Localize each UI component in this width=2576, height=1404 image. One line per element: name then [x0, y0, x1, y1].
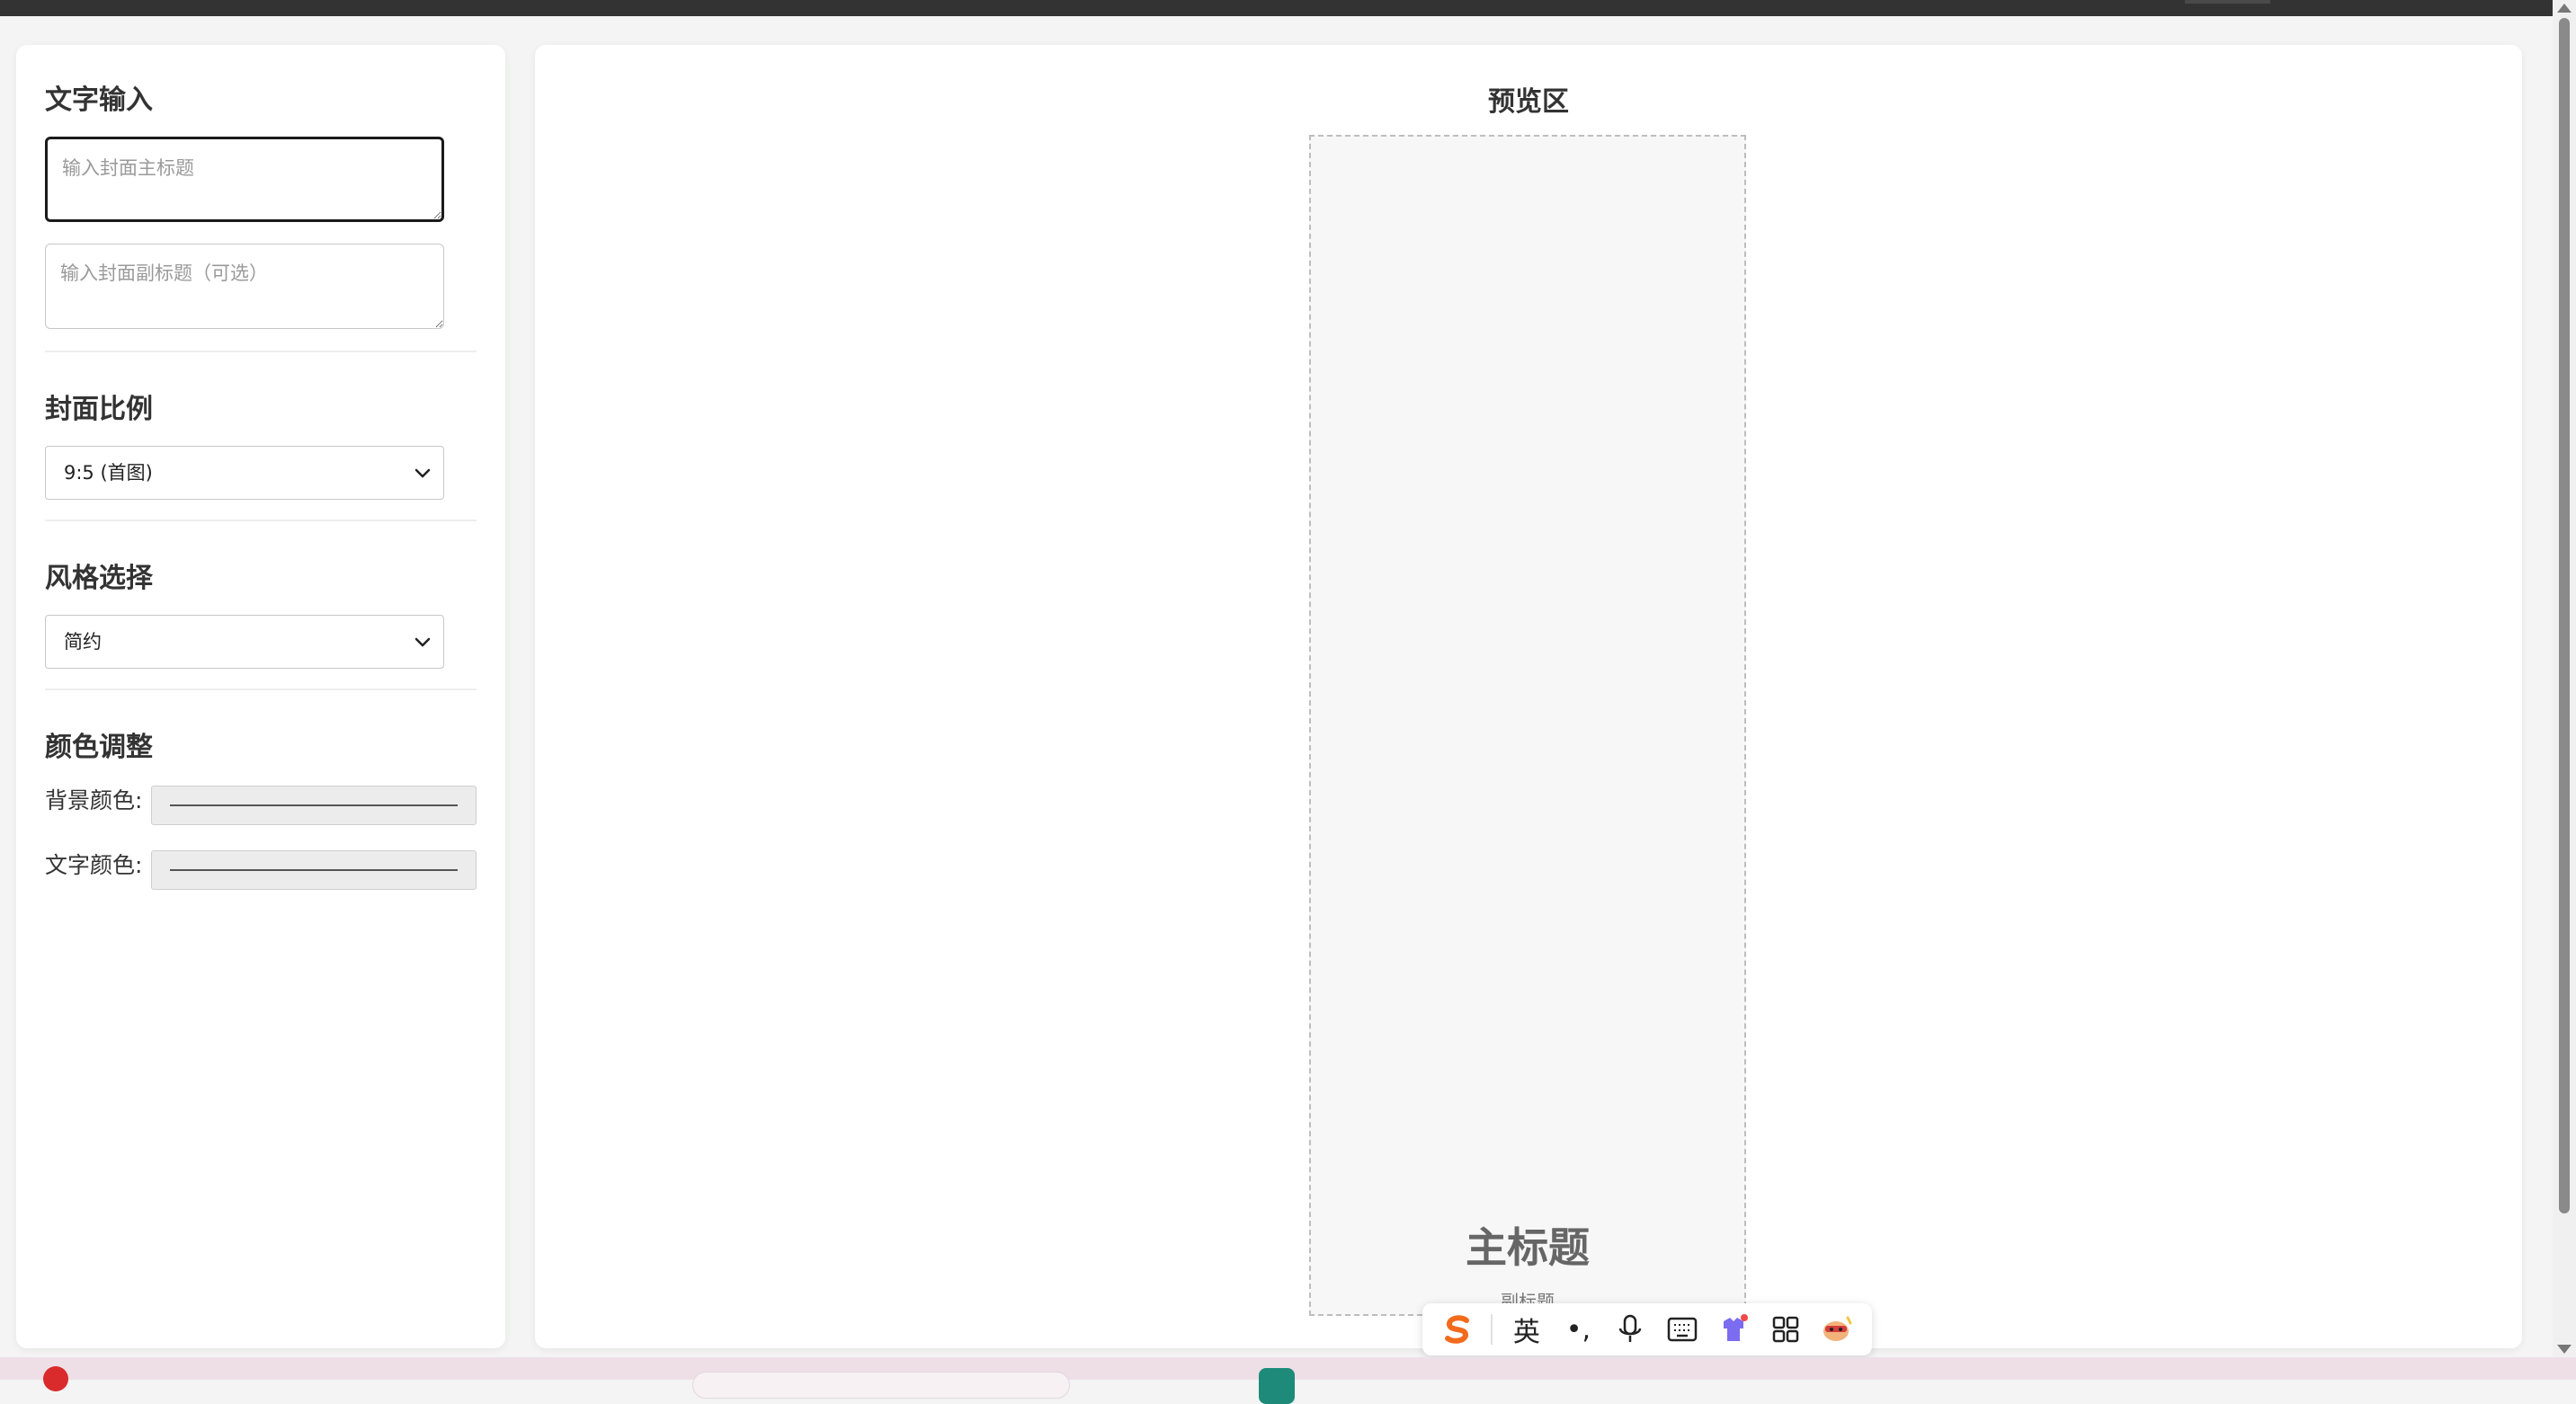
- scroll-thumb[interactable]: [2559, 18, 2570, 1213]
- toolbox-icon[interactable]: [1768, 1311, 1804, 1347]
- style-select-wrapper: 简约: [45, 615, 444, 669]
- sogou-logo-icon[interactable]: [1440, 1311, 1475, 1347]
- browser-top-bar: [0, 0, 2576, 16]
- notification-badge-icon[interactable]: [43, 1366, 68, 1391]
- ime-toolbar: 英 •,: [1422, 1303, 1872, 1355]
- punctuation-icon[interactable]: •,: [1560, 1311, 1596, 1347]
- cover-preview-canvas: 主标题 副标题: [1309, 135, 1746, 1316]
- preview-panel: 预览区 主标题 副标题: [535, 45, 2522, 1348]
- os-taskbar: [0, 1357, 2576, 1404]
- taskbar-app-icon[interactable]: [1259, 1368, 1295, 1404]
- main-title-input[interactable]: [45, 137, 444, 222]
- tab-indicator: [2185, 0, 2270, 4]
- text-color-label: 文字颜色:: [45, 852, 143, 878]
- style-section-title: 风格选择: [45, 563, 153, 594]
- style-select[interactable]: 简约: [45, 615, 444, 669]
- text-color-swatch: [170, 869, 458, 871]
- bg-color-label: 背景颜色:: [45, 787, 143, 813]
- section-divider: [45, 520, 477, 521]
- control-panel: 文字输入 封面比例 9:5 (首图) 风格选择 简约 颜色调整 背景颜色: 文字…: [16, 45, 505, 1348]
- ratio-section-title: 封面比例: [45, 394, 153, 425]
- skin-icon[interactable]: [1716, 1311, 1752, 1347]
- sub-title-input[interactable]: [45, 244, 444, 329]
- cover-main-title: 主标题: [1466, 1223, 1590, 1272]
- bg-color-swatch: [170, 804, 458, 806]
- scroll-up-arrow-icon[interactable]: [2557, 4, 2572, 13]
- color-section-title: 颜色调整: [45, 732, 153, 763]
- keyboard-icon[interactable]: [1664, 1311, 1700, 1347]
- vertical-scrollbar[interactable]: [2553, 0, 2576, 1357]
- section-divider: [45, 351, 477, 352]
- text-color-picker[interactable]: [151, 850, 477, 890]
- microphone-icon[interactable]: [1612, 1311, 1648, 1347]
- ime-separator: [1491, 1314, 1493, 1345]
- preview-title: 预览区: [1488, 86, 1569, 118]
- text-color-row: 文字颜色:: [45, 849, 477, 890]
- ratio-select[interactable]: 9:5 (首图): [45, 446, 444, 500]
- scroll-down-arrow-icon[interactable]: [2557, 1345, 2572, 1354]
- ratio-select-wrapper: 9:5 (首图): [45, 446, 444, 500]
- mascot-icon[interactable]: [1819, 1311, 1855, 1347]
- ime-mode-toggle[interactable]: 英: [1509, 1311, 1545, 1348]
- text-input-section-title: 文字输入: [45, 84, 153, 116]
- bg-color-picker[interactable]: [151, 786, 477, 825]
- section-divider: [45, 689, 477, 690]
- taskbar-search[interactable]: [692, 1372, 1070, 1399]
- bg-color-row: 背景颜色:: [45, 784, 477, 825]
